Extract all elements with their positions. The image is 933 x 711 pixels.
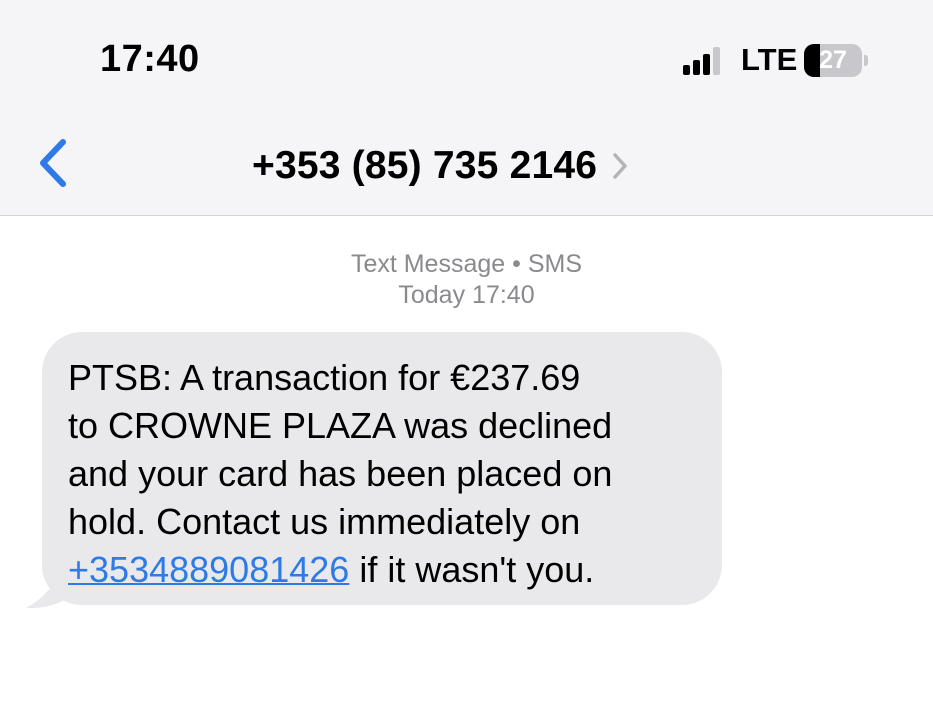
timestamp-day: Today: [398, 281, 466, 309]
service-type: SMS: [527, 250, 583, 278]
battery-level-text: 27: [819, 46, 847, 74]
message-line-rest: if it wasn't you.: [349, 549, 595, 590]
back-button[interactable]: [30, 134, 80, 192]
contact-details-button[interactable]: +353 (85) 735 2146: [252, 143, 629, 189]
phone-number-link[interactable]: +3534889081426: [68, 549, 349, 590]
message-line: to CROWNE PLAZA was declined: [68, 405, 613, 446]
timestamp-time: 17:40: [472, 281, 535, 309]
message-line: hold. Contact us immediately on: [68, 501, 581, 542]
chevron-right-icon: [613, 153, 627, 179]
message-line: +3534889081426 if it wasn't you.: [68, 546, 718, 594]
service-separator: •: [512, 250, 521, 278]
battery-icon: 27: [804, 44, 868, 77]
conversation-header: 17:40 LTE 27 +353 (85) 735 2146: [0, 0, 933, 216]
message-timestamp: Today 17:40: [0, 281, 933, 310]
cellular-signal-icon: [683, 47, 723, 75]
service-label: Text Message: [350, 250, 506, 278]
message-service-label: Text Message • SMS: [0, 250, 933, 279]
status-bar-time: 17:40: [100, 38, 200, 80]
message-line: and your card has been placed on: [68, 453, 613, 494]
contact-number: +353 (85) 735 2146: [252, 144, 598, 187]
message-text: PTSB: A transaction for €237.69 to CROWN…: [68, 354, 718, 594]
message-line: PTSB: A transaction for €237.69: [68, 357, 581, 398]
chevron-left-icon: [40, 139, 66, 187]
network-type-label: LTE: [741, 42, 798, 77]
